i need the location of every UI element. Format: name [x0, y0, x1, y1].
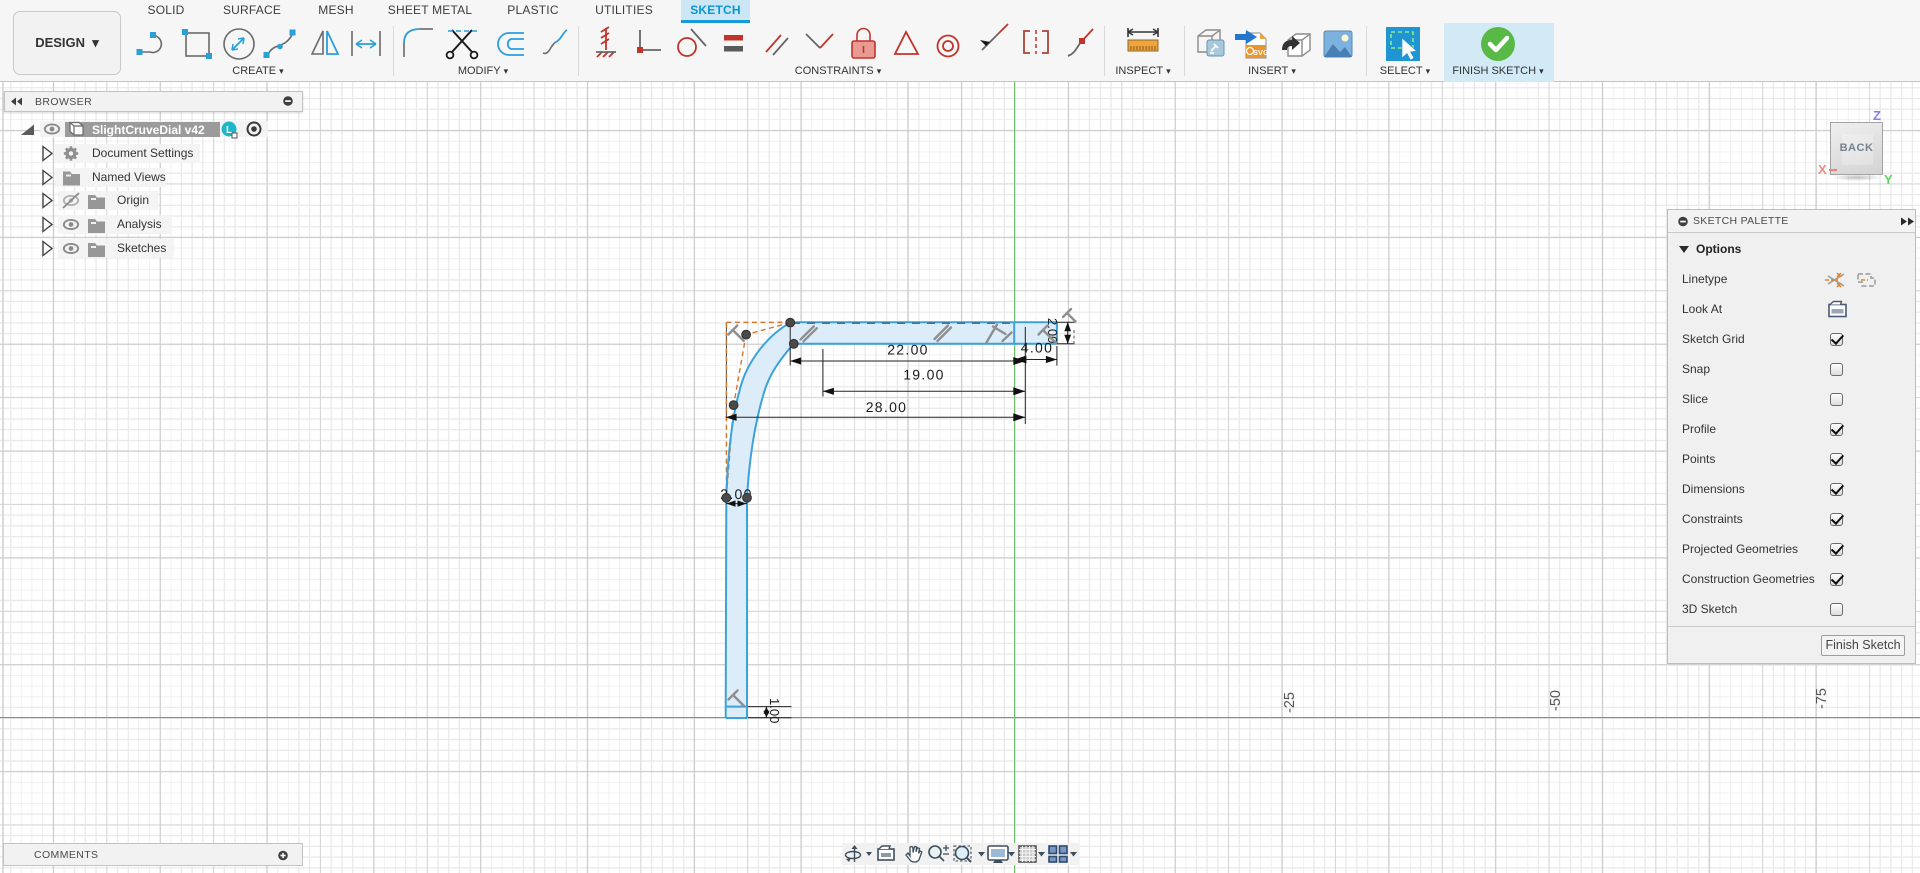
svg-text:19.00: 19.00 [903, 366, 945, 382]
svg-text:22.00: 22.00 [887, 341, 929, 357]
svg-text:1.00: 1.00 [767, 698, 782, 723]
svg-text:L: L [226, 125, 232, 136]
svg-text:SVG: SVG [1253, 48, 1269, 57]
svg-text:28.00: 28.00 [866, 399, 908, 415]
